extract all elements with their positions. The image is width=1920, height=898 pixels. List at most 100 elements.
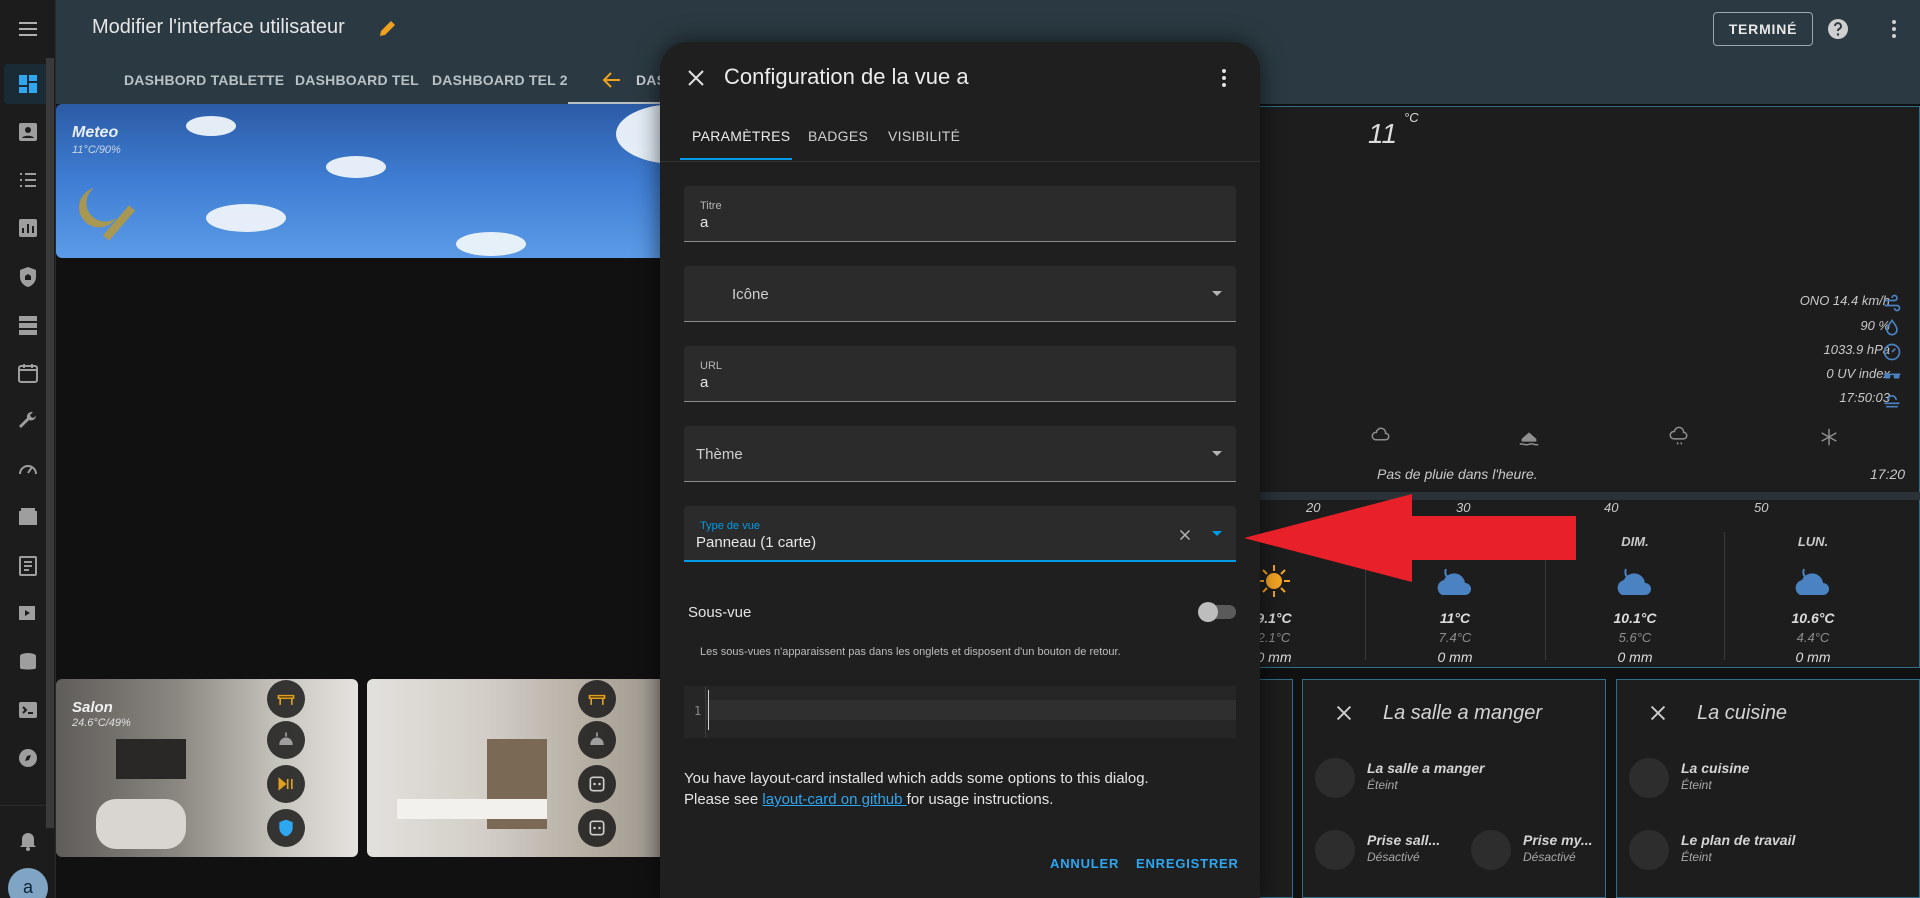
ceiling-light-icon[interactable] bbox=[1315, 758, 1355, 798]
terminal-icon[interactable] bbox=[16, 698, 40, 722]
icon-picker-placeholder: Icône bbox=[732, 286, 769, 303]
entity-name: Prise sall... bbox=[1367, 832, 1441, 848]
rain-forecast-time: 17:20 bbox=[1870, 466, 1906, 482]
close-icon[interactable] bbox=[1333, 702, 1355, 724]
title-field[interactable]: Titre a bbox=[684, 186, 1236, 242]
code-line[interactable] bbox=[706, 700, 1236, 720]
dining-control-button[interactable] bbox=[578, 809, 616, 847]
hacs-icon[interactable] bbox=[16, 505, 40, 529]
compass-icon[interactable] bbox=[16, 746, 40, 770]
snowflake-icon bbox=[1821, 428, 1837, 446]
tab-dashbord-tablette[interactable]: DASHBORD TABLETTE bbox=[124, 72, 284, 88]
title-field-value[interactable]: a bbox=[700, 214, 708, 231]
sidebar-scrollbar[interactable] bbox=[46, 58, 54, 828]
chevron-down-icon[interactable] bbox=[1212, 291, 1222, 296]
view-type-select[interactable]: Type de vue Panneau (1 carte) bbox=[684, 506, 1236, 562]
yaml-code-editor[interactable]: 1 bbox=[684, 686, 1236, 738]
bell-icon[interactable] bbox=[16, 828, 40, 852]
cloud-decoration bbox=[456, 232, 526, 256]
done-button[interactable]: TERMINÉ bbox=[1713, 12, 1813, 46]
scale-label: 50 bbox=[1754, 500, 1769, 515]
forecast-high: 11°C bbox=[1439, 610, 1471, 626]
menu-icon[interactable] bbox=[16, 17, 40, 41]
meteo-subtitle: 11°C/90% bbox=[72, 144, 121, 156]
tab-parametres[interactable]: PARAMÈTRES bbox=[692, 128, 790, 144]
salon-control-button[interactable] bbox=[267, 680, 305, 718]
forecast-low: 5.6°C bbox=[1618, 630, 1652, 645]
chart-icon[interactable] bbox=[16, 216, 40, 240]
chevron-down-icon[interactable] bbox=[1212, 451, 1222, 456]
more-vertical-icon[interactable] bbox=[1882, 17, 1906, 41]
calendar-icon[interactable] bbox=[16, 361, 40, 385]
salon-card[interactable]: Salon 24.6°C/49% bbox=[56, 679, 358, 857]
light-icon[interactable] bbox=[1629, 830, 1669, 870]
dining-control-button[interactable] bbox=[578, 680, 616, 718]
more-vertical-icon[interactable] bbox=[1212, 66, 1236, 90]
outlet-icon[interactable] bbox=[1315, 830, 1355, 870]
salon-control-button[interactable] bbox=[267, 721, 305, 759]
outlet-icon bbox=[589, 820, 605, 836]
save-button[interactable]: ENREGISTRER bbox=[1136, 856, 1239, 871]
server-icon[interactable] bbox=[16, 313, 40, 337]
salon-subtitle: 24.6°C/49% bbox=[72, 717, 131, 729]
tab-visibilite[interactable]: VISIBILITÉ bbox=[888, 128, 960, 144]
dining-control-button[interactable] bbox=[578, 721, 616, 759]
salon-control-button[interactable] bbox=[267, 765, 305, 803]
active-tab-indicator bbox=[680, 158, 792, 160]
partly-cloudy-night-icon bbox=[1795, 568, 1829, 595]
weather-wind: ONO 14.4 km/h bbox=[1799, 293, 1890, 308]
scale-label: 40 bbox=[1604, 500, 1619, 515]
close-icon[interactable] bbox=[1647, 702, 1669, 724]
dining-control-button[interactable] bbox=[578, 765, 616, 803]
dashboard-icon[interactable] bbox=[16, 72, 40, 96]
forecast-high: 10.1°C bbox=[1613, 610, 1657, 626]
tab-dashboard-tel[interactable]: DASHBOARD TEL bbox=[295, 72, 419, 88]
outlet-icon bbox=[589, 776, 605, 792]
icon-picker[interactable]: Icône bbox=[684, 266, 1236, 322]
title-field-label: Titre bbox=[700, 200, 722, 212]
log-icon[interactable] bbox=[16, 554, 40, 578]
cloud-decoration bbox=[186, 116, 236, 136]
database-icon[interactable] bbox=[16, 650, 40, 674]
room-card-cuisine[interactable]: La cuisine La cuisine Éteint Le plan de … bbox=[1616, 679, 1920, 898]
layout-card-github-link[interactable]: layout-card on github bbox=[762, 791, 906, 808]
salle-a-manger-photo-card[interactable] bbox=[367, 679, 667, 857]
tab-dashboard-tel-2[interactable]: DASHBOARD TEL 2 bbox=[432, 72, 568, 88]
pencil-icon[interactable] bbox=[376, 16, 400, 40]
chevron-down-icon[interactable] bbox=[1212, 531, 1222, 536]
clear-icon[interactable] bbox=[1176, 526, 1194, 544]
subview-toggle-knob[interactable] bbox=[1198, 602, 1218, 622]
salon-control-button[interactable] bbox=[267, 809, 305, 847]
url-field[interactable]: URL a bbox=[684, 346, 1236, 402]
avatar[interactable]: a bbox=[8, 868, 48, 898]
list-icon[interactable] bbox=[16, 168, 40, 192]
code-line-number: 1 bbox=[694, 704, 702, 718]
cloud-decoration bbox=[206, 204, 286, 232]
speedometer-icon[interactable] bbox=[16, 457, 40, 481]
arrow-left-icon[interactable] bbox=[600, 68, 624, 92]
forecast-rain: 0 mm bbox=[1795, 649, 1831, 665]
forecast-day-label: DIM. bbox=[1621, 534, 1649, 549]
shield-home-icon[interactable] bbox=[16, 265, 40, 289]
account-box-icon[interactable] bbox=[16, 120, 40, 144]
room-card-salle-a-manger[interactable]: La salle a manger La salle a manger Étei… bbox=[1302, 679, 1606, 898]
entity-state: Désactivé bbox=[1523, 850, 1576, 864]
view-config-dialog: Configuration de la vue a PARAMÈTRES BAD… bbox=[660, 42, 1260, 898]
media-icon[interactable] bbox=[16, 601, 40, 625]
light-icon[interactable] bbox=[1629, 758, 1669, 798]
rain-forecast-text: Pas de pluie dans l'heure. bbox=[1377, 466, 1538, 482]
help-icon[interactable] bbox=[1826, 17, 1850, 41]
cancel-button[interactable]: ANNULER bbox=[1050, 856, 1119, 871]
url-field-value[interactable]: a bbox=[700, 374, 708, 391]
outlet-icon[interactable] bbox=[1471, 830, 1511, 870]
tabs-divider bbox=[660, 161, 1260, 162]
forecast-low: 4.4°C bbox=[1796, 630, 1830, 645]
red-arrow-annotation bbox=[1244, 494, 1576, 582]
forecast-low: 7.4°C bbox=[1438, 630, 1472, 645]
info-line-2-post: for usage instructions. bbox=[906, 791, 1054, 808]
wrench-icon[interactable] bbox=[16, 409, 40, 433]
room-title: La salle a manger bbox=[1383, 702, 1542, 724]
close-icon[interactable] bbox=[684, 66, 708, 90]
theme-select[interactable]: Thème bbox=[684, 426, 1236, 482]
tab-badges[interactable]: BADGES bbox=[808, 128, 868, 144]
